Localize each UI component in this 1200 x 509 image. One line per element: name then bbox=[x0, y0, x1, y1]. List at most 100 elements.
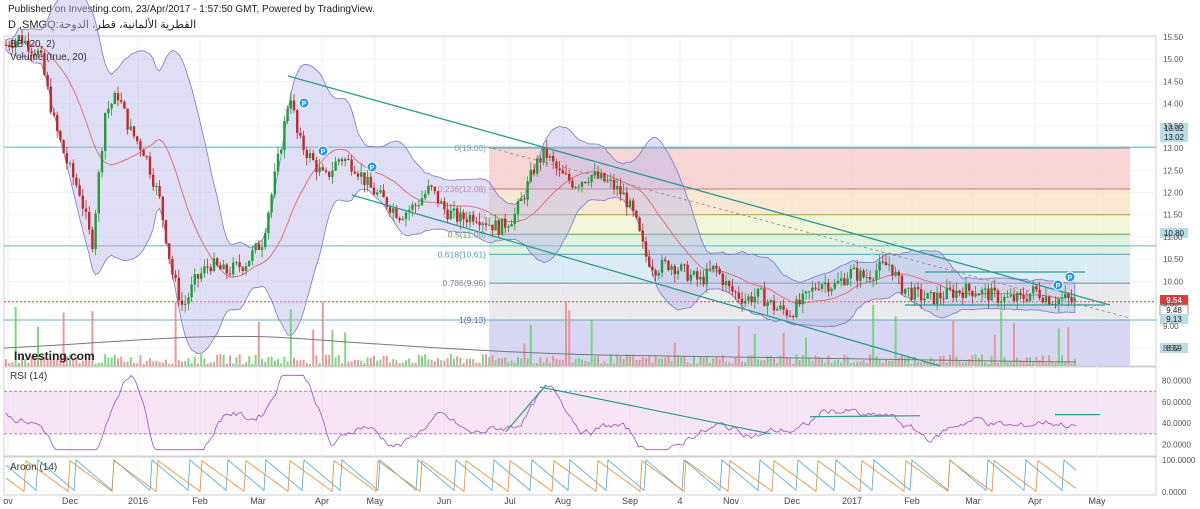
volume-bar bbox=[795, 354, 798, 366]
volume-bar bbox=[104, 354, 107, 366]
volume-bar bbox=[555, 359, 558, 366]
candle-body bbox=[772, 300, 776, 311]
volume-bar bbox=[728, 362, 731, 366]
candle-body bbox=[558, 168, 561, 171]
candle-body bbox=[961, 292, 964, 298]
volume-bar bbox=[433, 361, 436, 366]
candle-body bbox=[161, 196, 164, 221]
candle-body bbox=[1041, 297, 1044, 303]
candle-body bbox=[740, 298, 744, 304]
candle-body bbox=[920, 289, 923, 301]
candle-body bbox=[456, 208, 459, 222]
candle-body bbox=[401, 219, 404, 221]
candle-body bbox=[347, 158, 350, 160]
volume-bar bbox=[632, 354, 635, 366]
candle-body bbox=[523, 198, 526, 200]
candle-body bbox=[484, 223, 488, 226]
volume-bar bbox=[689, 363, 692, 366]
volume-bar bbox=[840, 362, 843, 366]
candle-body bbox=[507, 226, 510, 228]
volume-bar bbox=[488, 357, 491, 366]
volume-bar bbox=[1067, 327, 1070, 366]
candle-body bbox=[891, 264, 894, 276]
candle-body bbox=[238, 262, 241, 268]
volume-bar bbox=[363, 362, 366, 366]
candle-body bbox=[414, 204, 417, 206]
candle-body bbox=[820, 284, 824, 289]
volume-bar bbox=[641, 357, 644, 366]
volume-bar bbox=[421, 356, 423, 366]
volume-bar bbox=[683, 356, 686, 366]
candle-body bbox=[795, 299, 798, 317]
aroon-pane[interactable] bbox=[3, 456, 1157, 496]
volume-bar bbox=[142, 363, 145, 366]
volume-bar bbox=[561, 360, 564, 366]
candle-body bbox=[590, 175, 593, 182]
candle-body bbox=[318, 167, 321, 173]
volume-bar bbox=[523, 343, 526, 366]
volume-bar bbox=[901, 355, 903, 366]
volume-bar bbox=[520, 358, 523, 366]
volume-bar bbox=[481, 354, 484, 366]
candle-body bbox=[513, 213, 516, 225]
volume-bar bbox=[206, 363, 209, 366]
volume-bar bbox=[712, 358, 715, 366]
volume-bar bbox=[814, 355, 817, 366]
volume-bar bbox=[222, 354, 225, 366]
volume-bar bbox=[385, 355, 388, 366]
candle-body bbox=[72, 163, 75, 178]
volume-bar bbox=[622, 359, 625, 366]
candle-body bbox=[289, 100, 292, 109]
candle-body bbox=[1048, 296, 1051, 305]
candle-body bbox=[328, 171, 331, 177]
volume-bar bbox=[536, 362, 539, 366]
volume-bar bbox=[1045, 363, 1047, 366]
candle-body bbox=[363, 172, 366, 185]
chart-canvas[interactable]: 0(13.00)0.236(12.08)0.382(11.5)0.5(11.06… bbox=[0, 0, 1200, 509]
volume-bar bbox=[965, 361, 967, 366]
rsi-tick-label: 40.0000 bbox=[1162, 419, 1191, 428]
candle-body bbox=[433, 186, 436, 192]
candle-body bbox=[804, 291, 808, 294]
x-tick-label: Sep bbox=[622, 496, 638, 506]
candle-body bbox=[699, 276, 702, 280]
volume-bar bbox=[216, 354, 219, 366]
volume-bar bbox=[805, 337, 807, 366]
candle-body bbox=[916, 287, 920, 290]
volume-bar bbox=[337, 355, 340, 366]
volume-bar bbox=[475, 362, 478, 366]
candle-body bbox=[862, 270, 865, 278]
volume-bar bbox=[193, 356, 196, 366]
volume-bar bbox=[366, 357, 369, 366]
investing-watermark: Investing.com bbox=[14, 349, 95, 363]
candle-body bbox=[113, 92, 116, 104]
fib-label: 0.786(9.96) bbox=[443, 278, 487, 288]
volume-bar bbox=[801, 355, 804, 366]
volume-bar bbox=[734, 357, 737, 366]
candle-body bbox=[62, 140, 65, 154]
candle-body bbox=[814, 287, 817, 289]
volume-bar bbox=[440, 360, 443, 366]
volume-bar bbox=[225, 363, 228, 366]
candle-body bbox=[267, 212, 270, 234]
volume-bar bbox=[705, 356, 708, 366]
volume-bar bbox=[369, 357, 372, 366]
candle-body bbox=[241, 267, 244, 272]
volume-bar bbox=[664, 357, 667, 366]
candle-body bbox=[324, 170, 328, 172]
volume-bar bbox=[881, 362, 884, 366]
candle-body bbox=[872, 279, 875, 281]
volume-bar bbox=[389, 362, 391, 366]
candle-body bbox=[200, 273, 203, 279]
candle-body bbox=[244, 266, 248, 272]
candle-body bbox=[283, 121, 286, 150]
volume-bar bbox=[709, 362, 711, 366]
volume-bar bbox=[629, 355, 631, 366]
volume-bar bbox=[145, 360, 148, 366]
candle-body bbox=[353, 171, 356, 174]
price-tick-label: 14.50 bbox=[1163, 77, 1184, 86]
volume-bar bbox=[510, 360, 513, 366]
candle-body bbox=[811, 287, 814, 292]
volume-bar bbox=[958, 360, 961, 366]
candle-body bbox=[632, 200, 635, 211]
